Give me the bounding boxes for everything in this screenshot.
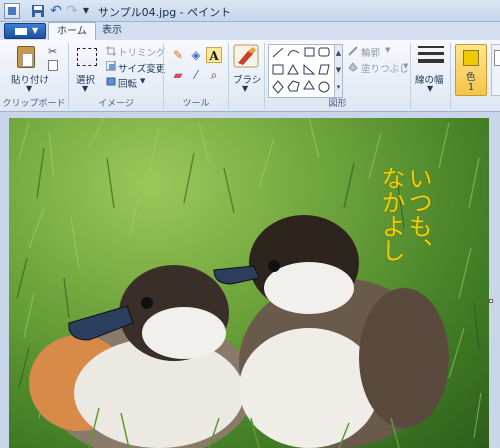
color1-button[interactable]: 色 1 bbox=[455, 44, 487, 96]
resize-button[interactable]: サイズ変更 bbox=[118, 61, 165, 75]
rotate-button[interactable]: 回転 bbox=[118, 76, 137, 90]
title-bar: ↶ ↷ ▼ サンプル04.jpg - ペイント bbox=[0, 0, 500, 22]
brushes-dropdown-icon[interactable]: ▼ bbox=[242, 84, 248, 93]
save-icon[interactable] bbox=[30, 3, 46, 19]
group-divider bbox=[410, 43, 411, 109]
menu-icon bbox=[15, 28, 27, 35]
shapes-gallery-icons bbox=[272, 47, 330, 94]
paint-menu-button[interactable]: ▼ bbox=[4, 23, 46, 39]
quick-access-dropdown-icon[interactable]: ▼ bbox=[81, 3, 91, 19]
clipboard-group: 貼り付け ▼ ✂ クリップボード bbox=[0, 40, 68, 112]
chevron-down-icon: ▼ bbox=[32, 26, 39, 35]
photo-caption: いつも、 なかよし bbox=[377, 166, 432, 262]
paste-icon[interactable] bbox=[17, 46, 35, 68]
color2-swatch bbox=[494, 50, 500, 66]
fill-icon bbox=[348, 62, 358, 72]
crop-button[interactable]: トリミング bbox=[118, 45, 166, 59]
canvas-area[interactable]: いつも、 なかよし bbox=[0, 112, 500, 448]
color1-label: 色 bbox=[466, 72, 476, 83]
brush-icon[interactable] bbox=[233, 44, 259, 68]
crop-icon bbox=[106, 46, 116, 56]
outline-button[interactable]: 輪郭 bbox=[361, 45, 380, 59]
cut-icon[interactable]: ✂ bbox=[48, 45, 57, 58]
line-width-icon[interactable] bbox=[418, 46, 444, 66]
image-group-label: イメージ bbox=[98, 99, 134, 109]
window-title: サンプル04.jpg - ペイント bbox=[98, 6, 232, 19]
shapes-gallery[interactable] bbox=[268, 44, 335, 98]
fill-button[interactable]: 塗りつぶし bbox=[361, 61, 409, 75]
tools-grid: ✎ ◈ A ▰ ⁄ ⌕ bbox=[170, 47, 224, 87]
color1-number: 1 bbox=[468, 82, 475, 93]
magnifier-icon[interactable]: ⌕ bbox=[206, 67, 222, 83]
select-dropdown-icon[interactable]: ▼ bbox=[82, 84, 88, 93]
pencil-icon[interactable]: ✎ bbox=[170, 47, 186, 63]
ribbon-tab-row: ▼ ホーム 表示 bbox=[0, 22, 500, 40]
text-tool-icon[interactable]: A bbox=[206, 47, 222, 63]
color-picker-icon[interactable]: ⁄ bbox=[188, 67, 204, 83]
caption-line-1: いつも、 bbox=[404, 166, 432, 262]
clipboard-group-label: クリップボード bbox=[2, 99, 66, 109]
paint-app-icon[interactable] bbox=[4, 3, 20, 19]
rotate-icon bbox=[106, 77, 116, 86]
photo-canvas[interactable]: いつも、 なかよし bbox=[9, 118, 489, 448]
copy-icon[interactable] bbox=[48, 60, 58, 71]
fill-bucket-icon[interactable]: ◈ bbox=[188, 47, 204, 63]
redo-icon[interactable]: ↷ bbox=[64, 3, 80, 19]
shapes-scrollbar[interactable]: ▲ ▼ ▾ bbox=[334, 44, 343, 98]
paste-dropdown-icon[interactable]: ▼ bbox=[26, 84, 32, 93]
undo-icon[interactable]: ↶ bbox=[48, 3, 64, 19]
eraser-icon[interactable]: ▰ bbox=[170, 67, 186, 83]
group-divider bbox=[450, 43, 451, 109]
resize-icon bbox=[106, 61, 116, 71]
line-width-dropdown-icon[interactable]: ▼ bbox=[427, 84, 433, 93]
rotate-dropdown-icon[interactable]: ▼ bbox=[140, 77, 145, 85]
color1-swatch bbox=[463, 50, 479, 66]
select-icon[interactable] bbox=[77, 48, 97, 66]
outline-dropdown-icon[interactable]: ▼ bbox=[385, 46, 390, 54]
ribbon: 貼り付け ▼ ✂ クリップボード イメージ 選択 ▼ トリミング サイズ変更 回… bbox=[0, 40, 500, 112]
canvas-resize-handle[interactable] bbox=[489, 299, 493, 303]
tab-home[interactable]: ホーム bbox=[48, 22, 96, 40]
color2-button[interactable] bbox=[491, 44, 500, 96]
tools-group-label: ツール bbox=[182, 99, 210, 109]
caption-line-2: なかよし bbox=[377, 166, 405, 262]
tab-view[interactable]: 表示 bbox=[94, 22, 130, 40]
outline-icon bbox=[348, 46, 358, 56]
group-divider bbox=[228, 43, 229, 109]
fill-dropdown-icon[interactable]: ▼ bbox=[403, 62, 408, 70]
